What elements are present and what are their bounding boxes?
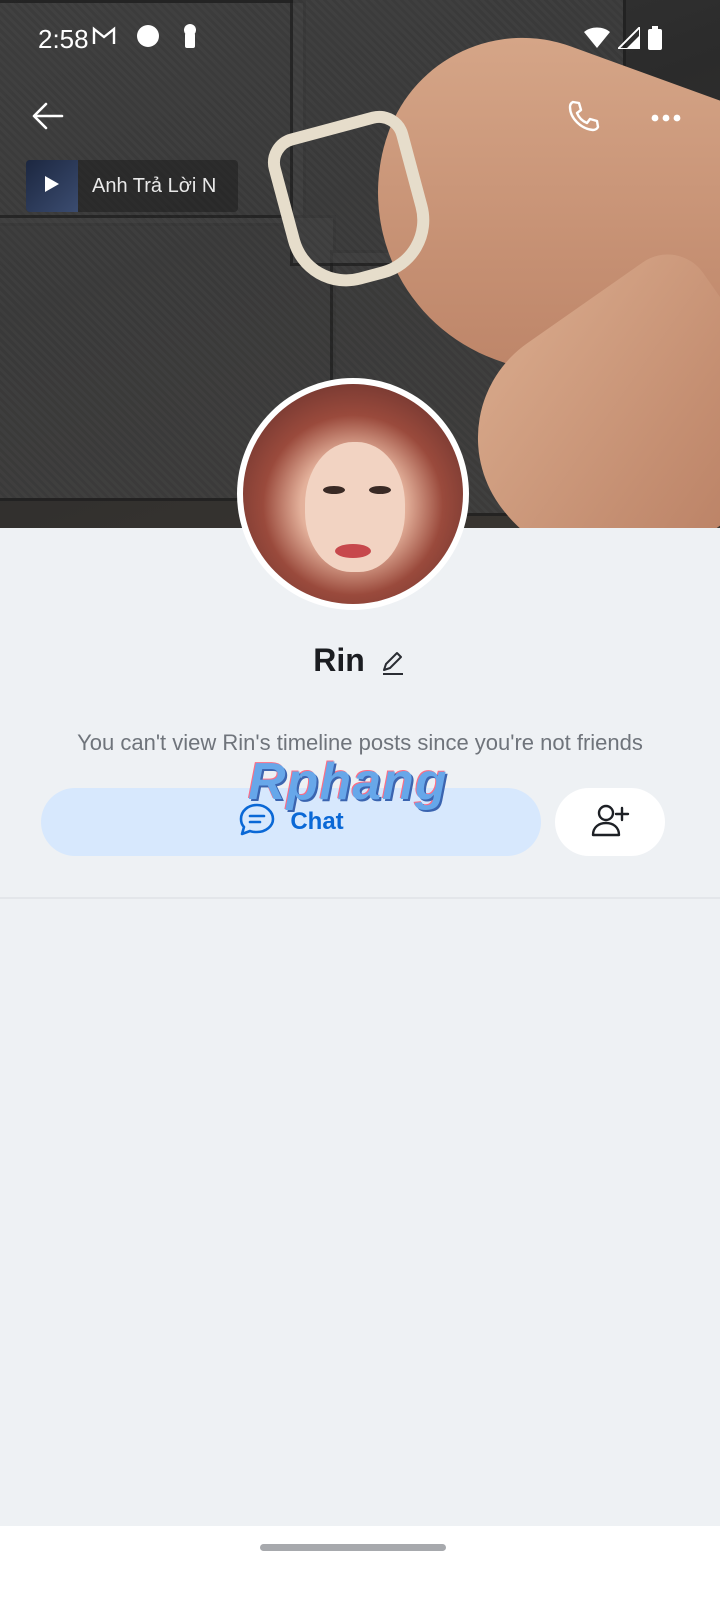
chat-label: Chat bbox=[290, 808, 344, 835]
chat-button[interactable]: Chat bbox=[41, 788, 541, 856]
phone-icon bbox=[567, 99, 601, 138]
pencil-icon[interactable] bbox=[379, 645, 407, 677]
avatar-eye bbox=[323, 486, 345, 494]
back-arrow-icon bbox=[32, 102, 64, 135]
music-thumbnail bbox=[26, 160, 78, 212]
avatar[interactable] bbox=[237, 378, 469, 610]
call-button[interactable] bbox=[556, 90, 612, 146]
not-friends-notice: You can't view Rin's timeline posts sinc… bbox=[77, 730, 643, 755]
gmail-icon bbox=[92, 26, 116, 51]
home-indicator[interactable] bbox=[260, 1544, 446, 1551]
profile-music-chip[interactable]: Anh Trả Lời N bbox=[26, 160, 238, 212]
add-friend-button[interactable] bbox=[555, 788, 665, 856]
navigation-bar bbox=[0, 1526, 720, 1600]
avatar-eye bbox=[369, 486, 391, 494]
add-friend-icon bbox=[590, 802, 630, 843]
circle-notification-icon bbox=[136, 24, 160, 53]
profile-name: Rin bbox=[313, 642, 365, 678]
music-title: Anh Trả Lời N bbox=[92, 174, 217, 197]
status-bar: 2:58 bbox=[0, 0, 720, 80]
wifi-icon bbox=[584, 27, 610, 54]
avatar-lips bbox=[335, 544, 371, 558]
signal-icon bbox=[615, 24, 641, 54]
avatar-photo bbox=[243, 384, 463, 604]
profile-name-row: Rin bbox=[0, 642, 720, 679]
more-options-icon bbox=[651, 109, 681, 127]
status-right-icons bbox=[584, 24, 662, 55]
battery-icon bbox=[648, 26, 662, 55]
status-left-icons bbox=[92, 24, 198, 53]
section-divider bbox=[0, 897, 720, 899]
status-time: 2:58 bbox=[38, 24, 89, 54]
chat-bubble-icon bbox=[238, 802, 276, 843]
keyhole-icon bbox=[182, 24, 198, 53]
more-options-button[interactable] bbox=[638, 90, 694, 146]
play-icon bbox=[44, 175, 60, 198]
back-button[interactable] bbox=[20, 90, 76, 146]
